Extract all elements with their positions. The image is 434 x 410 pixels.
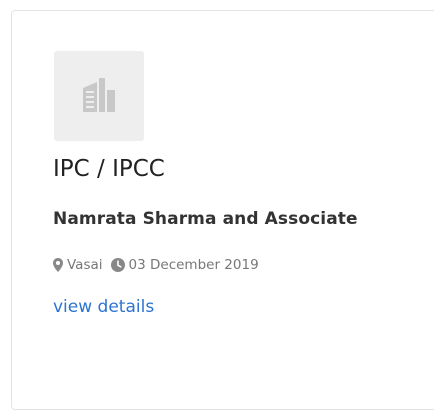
company-logo-placeholder [54,51,144,141]
map-marker-icon [53,258,63,272]
company-name: Namrata Sharma and Associate [53,209,358,229]
view-details-link[interactable]: view details [53,297,154,317]
clock-icon [110,258,125,272]
date-text: 03 December 2019 [128,257,259,273]
building-icon [83,78,115,112]
card-title: IPC / IPCC [53,156,165,182]
listing-card: IPC / IPCC Namrata Sharma and Associate … [11,10,434,410]
location-text: Vasai [67,257,103,273]
card-meta: Vasai 03 December 2019 [53,257,259,273]
